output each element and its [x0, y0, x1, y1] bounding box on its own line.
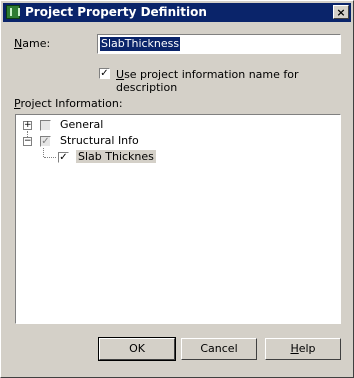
tree-node-slab-thickness-label: Slab Thicknes	[76, 150, 156, 163]
help-button[interactable]: Help	[265, 338, 341, 360]
project-information-tree[interactable]: + General − ✓ Structural Info ✓ Slab Thi…	[15, 114, 341, 324]
window-title: Project Property Definition	[25, 5, 207, 19]
structural-info-checkbox[interactable]: ✓	[40, 136, 51, 147]
name-input[interactable]: SlabThickness	[97, 34, 341, 54]
general-checkbox[interactable]	[40, 120, 51, 131]
use-description-label[interactable]: Use project information name for descrip…	[116, 68, 353, 94]
close-button[interactable]: ×	[333, 5, 349, 19]
tree-node-general[interactable]: General	[60, 118, 103, 131]
slab-thickness-checkbox[interactable]: ✓	[58, 152, 69, 163]
title-bar[interactable]: Project Property Definition ×	[3, 3, 351, 22]
collapse-structural-info-icon[interactable]: −	[23, 137, 32, 146]
expand-general-icon[interactable]: +	[23, 121, 32, 130]
app-icon	[6, 5, 20, 19]
name-input-value: SlabThickness	[100, 37, 181, 51]
tree-connector-line	[44, 157, 56, 158]
cancel-button[interactable]: Cancel	[181, 338, 257, 360]
project-property-dialog: Project Property Definition × Name: Slab…	[0, 0, 354, 378]
tree-connector-line	[43, 146, 44, 157]
ok-button[interactable]: OK	[98, 337, 176, 361]
tree-node-structural-info[interactable]: Structural Info	[60, 134, 139, 147]
use-description-checkbox[interactable]: ✓	[99, 68, 110, 79]
tree-node-slab-thickness[interactable]: Slab Thicknes	[76, 150, 156, 163]
project-information-label: Project Information:	[14, 97, 123, 110]
name-label: Name:	[14, 37, 51, 50]
